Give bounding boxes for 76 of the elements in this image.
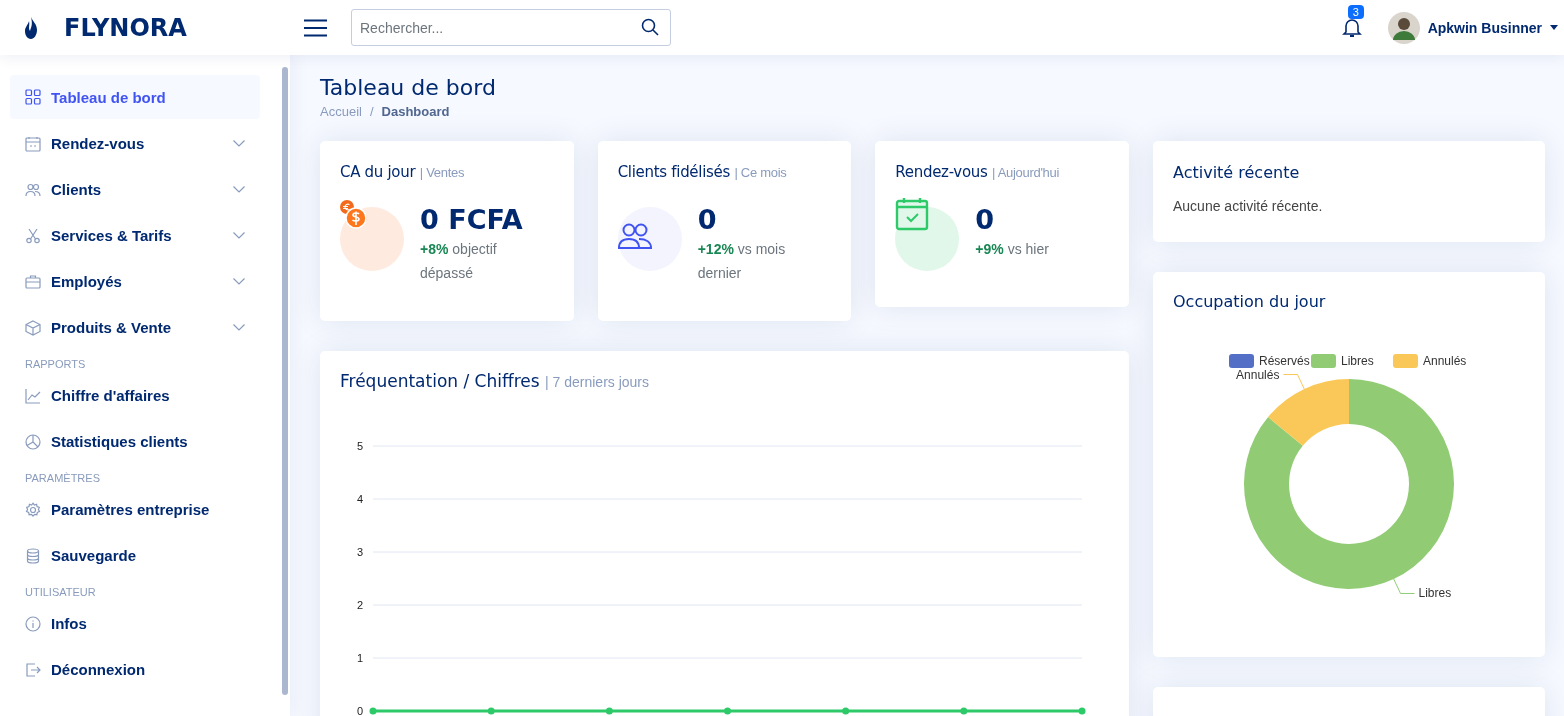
- menu-icon[interactable]: [304, 18, 327, 37]
- caret-icon: [1550, 25, 1558, 30]
- stat-value: 0 FCFA: [420, 204, 524, 235]
- slice-label: Libres: [1393, 578, 1452, 601]
- chevron-icon: [233, 232, 245, 239]
- stat-change: +9% vs hier: [975, 240, 1049, 259]
- sidebar-item[interactable]: Paramètres entreprise: [10, 488, 260, 531]
- sidebar-item[interactable]: Produits & Vente: [10, 306, 260, 349]
- users-icon: [617, 223, 652, 249]
- bell-icon[interactable]: [1341, 16, 1362, 39]
- section-heading: PARAMÈTRES: [24, 471, 101, 486]
- notification-badge: 3: [1347, 4, 1364, 19]
- slice-label: Libres: [1418, 586, 1452, 601]
- sidebar-item[interactable]: Services & Tarifs: [10, 214, 260, 257]
- legend-item[interactable]: Annulés: [1393, 354, 1467, 368]
- db-icon: [25, 547, 41, 564]
- stat-change: +12% vs mois dernier: [697, 240, 787, 283]
- brand-name: FLYNORA: [64, 13, 187, 42]
- legend-label: Annulés: [1423, 354, 1467, 368]
- search-field[interactable]: Rechercher...: [351, 9, 671, 46]
- box-icon: [25, 319, 41, 336]
- sidebar-item[interactable]: Tableau de bord: [10, 75, 260, 119]
- card-title: Fréquentation / Chiffres | 7 derniers jours: [340, 371, 651, 391]
- sidebar-item[interactable]: Rendez-vous: [10, 122, 260, 165]
- search-icon[interactable]: [641, 18, 659, 36]
- avatar-icon: [1387, 11, 1420, 44]
- legend-label: Réservés: [1259, 354, 1310, 368]
- breadcrumb-link[interactable]: Dashboard: [381, 104, 450, 119]
- chart-icon: [25, 387, 41, 404]
- sidebar-item[interactable]: Statistiques clients: [10, 420, 260, 463]
- legend-label: Libres: [1341, 354, 1374, 368]
- card-title: Occupation du jour: [1173, 292, 1327, 311]
- axis-label: 2: [356, 599, 363, 611]
- sidebar-item[interactable]: Sauvegarde: [10, 534, 260, 577]
- axis-label: 3: [356, 546, 363, 558]
- card-title: Activité récente: [1173, 163, 1301, 182]
- scissors-icon: [25, 227, 41, 244]
- chevron-icon: [233, 278, 245, 285]
- section-heading: UTILISATEUR: [24, 585, 97, 600]
- axis-label: 1: [356, 652, 363, 664]
- section-heading: RAPPORTS: [24, 357, 87, 372]
- legend-item[interactable]: Libres: [1311, 354, 1374, 368]
- legend-item[interactable]: Réservés: [1229, 354, 1310, 368]
- pie-icon: [25, 433, 41, 450]
- chevron-icon: [233, 140, 245, 147]
- info-icon: [25, 615, 41, 632]
- breadcrumb-separator: /: [369, 104, 374, 119]
- users-icon: [25, 181, 41, 198]
- card-title: CA du jour | Ventes: [340, 163, 466, 181]
- stat-value: 0: [975, 204, 996, 235]
- user-menu[interactable]: Apkwin Businner: [1387, 11, 1558, 44]
- slice-label: Annulés: [1236, 367, 1305, 390]
- slice-label: Annulés: [1236, 367, 1280, 382]
- sidebar-item[interactable]: Déconnexion: [10, 648, 260, 691]
- card-title: Clients fidélisés | Ce mois: [617, 163, 788, 181]
- scrollbar[interactable]: [282, 67, 288, 695]
- flame-icon: [24, 16, 38, 39]
- axis-label: 5: [356, 440, 363, 452]
- briefcase-icon: [25, 273, 41, 290]
- page-title: Tableau de bord: [320, 75, 497, 100]
- chevron-icon: [233, 186, 245, 193]
- stat-change: +8% objectif dépassé: [420, 240, 498, 283]
- sidebar-item[interactable]: Employés: [10, 260, 260, 303]
- sidebar-item[interactable]: Clients: [10, 168, 260, 211]
- sidebar-item[interactable]: Infos: [10, 602, 260, 645]
- calendar-icon: [25, 135, 41, 152]
- chevron-icon: [233, 324, 245, 331]
- axis-label: 4: [356, 493, 363, 505]
- card-title: Rendez-vous | Aujourd'hui: [895, 163, 1061, 181]
- logout-icon: [25, 661, 41, 678]
- empty-message: Aucune activité récente.: [1173, 198, 1324, 214]
- axis-label: 0: [356, 705, 363, 716]
- gear-icon: [25, 501, 41, 518]
- grid-icon: [25, 89, 41, 105]
- sidebar-item[interactable]: Chiffre d'affaires: [10, 374, 260, 417]
- stat-value: 0: [697, 204, 718, 235]
